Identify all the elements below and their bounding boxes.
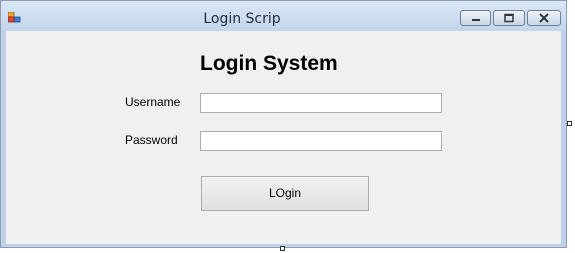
login-window: Login Scrip Login System Username Passwo… bbox=[0, 0, 567, 248]
minimize-button[interactable] bbox=[460, 10, 491, 26]
maximize-button[interactable] bbox=[493, 10, 525, 26]
resize-handle-bottom[interactable] bbox=[280, 246, 285, 251]
close-icon bbox=[539, 13, 549, 23]
password-input[interactable] bbox=[200, 131, 442, 151]
minimize-icon bbox=[472, 19, 480, 21]
title-bar[interactable]: Login Scrip bbox=[1, 1, 566, 31]
page-title: Login System bbox=[200, 52, 338, 75]
username-label: Username bbox=[125, 95, 181, 109]
close-button[interactable] bbox=[527, 10, 561, 26]
form-client-area: Login System Username Password LOgin bbox=[6, 31, 561, 244]
username-input[interactable] bbox=[200, 93, 442, 113]
login-button[interactable]: LOgin bbox=[201, 176, 369, 211]
maximize-icon bbox=[504, 13, 514, 23]
password-label: Password bbox=[125, 133, 178, 147]
resize-handle-right[interactable] bbox=[567, 121, 572, 126]
window-title: Login Scrip bbox=[203, 11, 281, 27]
